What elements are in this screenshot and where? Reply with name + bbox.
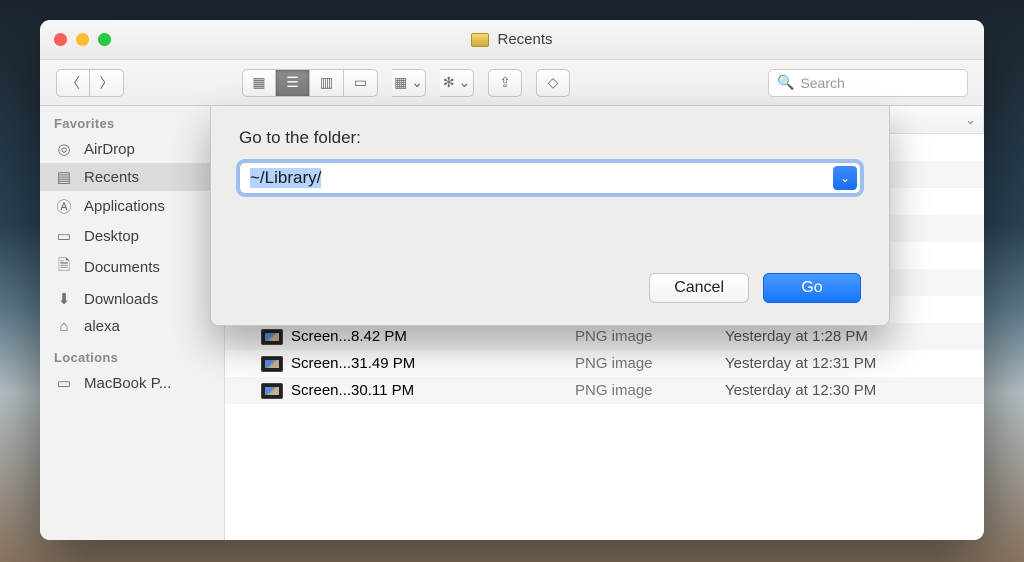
table-row[interactable]: Screen...30.11 PM PNG imageYesterday at 1… [225,377,984,404]
dialog-label: Go to the folder: [239,128,861,148]
recents-icon: ▤ [54,168,74,186]
titlebar: Recents [40,20,984,60]
group-by-button[interactable]: ▦ ⌄ [392,69,426,97]
sidebar-item-applications[interactable]: Ⓐ Applications [40,191,224,222]
file-thumb-icon [261,383,283,399]
downloads-icon: ⬇ [54,290,74,308]
sidebar-item-label: Applications [84,198,165,215]
close-window-button[interactable] [54,33,67,46]
sidebar-item-label: alexa [84,318,120,335]
search-placeholder: Search [800,75,844,91]
file-kind: PNG image [565,355,715,372]
table-row[interactable]: Screen...8.42 PM PNG imageYesterday at 1:… [225,323,984,350]
sidebar-item-desktop[interactable]: ▭ Desktop [40,222,224,250]
zoom-window-button[interactable] [98,33,111,46]
search-field[interactable]: 🔍 Search [768,69,968,97]
grid-small-icon: ▦ [394,74,407,91]
file-name: Screen...30.11 PM [291,382,414,399]
list-icon: ☰ [286,74,299,91]
table-row[interactable]: Screen...31.49 PM PNG imageYesterday at 1… [225,350,984,377]
search-icon: 🔍 [777,74,794,91]
forward-button[interactable]: 〉 [90,69,124,97]
documents-icon: 🗎 [54,255,74,280]
file-date: Yesterday at 1:28 PM [715,328,984,345]
sidebar-item-documents[interactable]: 🗎 Documents [40,250,224,285]
chevron-left-icon: 〈 [66,73,80,93]
share-icon: ⇪ [499,74,511,91]
airdrop-icon: ◎ [54,140,74,158]
sidebar-item-recents[interactable]: ▤ Recents [40,163,224,191]
nav-buttons: 〈 〉 [56,69,124,97]
sidebar-header-locations: Locations [40,340,224,369]
button-label: Go [801,279,822,297]
action-menu-button[interactable]: ✻ ⌄ [440,69,474,97]
file-thumb-icon [261,356,283,372]
sidebar: Favorites ◎ AirDrop ▤ Recents Ⓐ Application… [40,106,225,540]
toolbar: 〈 〉 ▦ ☰ ▥ ▭ ▦ ⌄ ✻ ⌄ ⇪ ◇ 🔍 Search [40,60,984,106]
folder-path-input[interactable] [239,162,861,194]
sidebar-item-airdrop[interactable]: ◎ AirDrop [40,135,224,163]
chevron-down-icon: ⌄ [458,74,470,91]
grid-icon: ▦ [252,74,265,91]
file-date: Yesterday at 12:31 PM [715,355,984,372]
laptop-icon: ▭ [54,374,74,392]
path-history-button[interactable]: ⌄ [833,166,857,190]
file-kind: PNG image [565,382,715,399]
home-icon: ⌂ [54,318,74,335]
sidebar-item-label: Documents [84,259,160,276]
sidebar-header-favorites: Favorites [40,106,224,135]
go-button[interactable]: Go [763,273,861,303]
minimize-window-button[interactable] [76,33,89,46]
tag-icon: ◇ [548,74,559,91]
desktop-icon: ▭ [54,227,74,245]
column-view-button[interactable]: ▥ [310,69,344,97]
tags-button[interactable]: ◇ [536,69,570,97]
chevron-right-icon: 〉 [100,73,114,93]
sidebar-item-label: Recents [84,169,139,186]
file-kind: PNG image [565,328,715,345]
go-to-folder-dialog: Go to the folder: ⌄ Cancel Go [210,106,890,326]
share-button[interactable]: ⇪ [488,69,522,97]
window-title-icon [471,33,489,47]
cancel-button[interactable]: Cancel [649,273,749,303]
sidebar-item-macbook[interactable]: ▭ MacBook P... [40,369,224,397]
sidebar-item-label: AirDrop [84,141,135,158]
file-name: Screen...8.42 PM [291,328,407,345]
sidebar-item-label: Downloads [84,291,158,308]
list-view-button[interactable]: ☰ [276,69,310,97]
sidebar-item-downloads[interactable]: ⬇ Downloads [40,285,224,313]
chevron-down-icon: ⌄ [411,74,423,91]
finder-window: Recents 〈 〉 ▦ ☰ ▥ ▭ ▦ ⌄ ✻ ⌄ ⇪ ◇ 🔍 Search [40,20,984,540]
applications-icon: Ⓐ [54,196,74,217]
file-thumb-icon [261,329,283,345]
sidebar-item-home[interactable]: ⌂ alexa [40,313,224,340]
sidebar-item-label: Desktop [84,228,139,245]
chevron-down-icon: ⌄ [840,171,850,185]
columns-icon: ▥ [320,74,333,91]
gear-icon: ✻ [443,74,455,91]
window-title: Recents [497,31,552,48]
gallery-view-button[interactable]: ▭ [344,69,378,97]
chevron-down-icon[interactable]: ⌄ [965,112,976,128]
sidebar-item-label: MacBook P... [84,375,171,392]
view-switcher: ▦ ☰ ▥ ▭ [242,69,378,97]
button-label: Cancel [674,279,724,297]
file-date: Yesterday at 12:30 PM [715,382,984,399]
icon-view-button[interactable]: ▦ [242,69,276,97]
file-name: Screen...31.49 PM [291,355,415,372]
back-button[interactable]: 〈 [56,69,90,97]
gallery-icon: ▭ [354,74,367,91]
traffic-lights [54,33,111,46]
